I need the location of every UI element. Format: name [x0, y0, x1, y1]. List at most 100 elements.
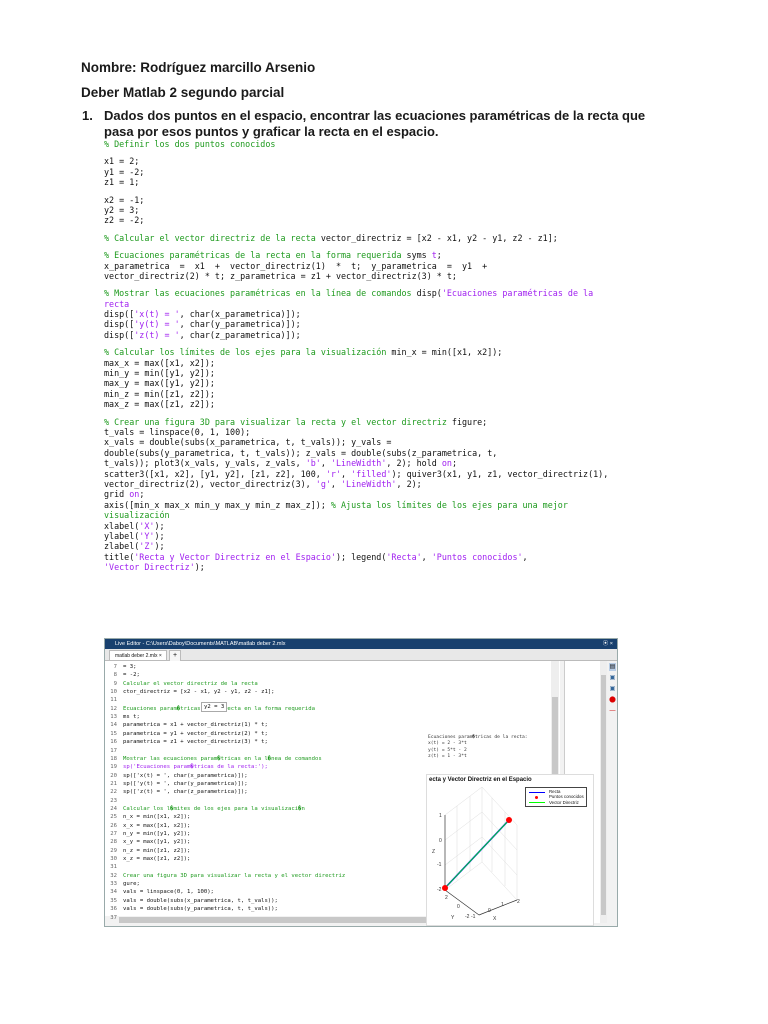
code-text: axis([min_x max_x min_y max_y min_z max_… — [104, 499, 331, 510]
editor-line: = 3; — [123, 664, 137, 670]
line-number: 17 — [110, 747, 117, 754]
code-text: ); legend( — [335, 551, 387, 562]
output-inline-icon[interactable]: ▤ — [609, 663, 616, 671]
code-text: ; — [436, 250, 442, 261]
code-text: ); — [154, 530, 165, 541]
editor-line: vals = double(subs(y_parametrica, t, t_v… — [123, 906, 278, 913]
code-text: , — [330, 478, 342, 489]
code-line: double(subs(y_parametrica, t, t_vals)); … — [104, 448, 644, 458]
code-text: vector_directriz = [x2 - x1, y2 - y1, z2… — [320, 232, 558, 243]
code-text: ylabel( — [104, 530, 140, 541]
tooltip: y2 = 3 — [201, 702, 228, 712]
code-string: 'Vector Directriz' — [104, 562, 195, 573]
code-text: ); quiver3(x1, y1, z1, vector_directriz(… — [391, 468, 609, 479]
code-line: y2 = 3; — [104, 205, 644, 215]
xtick: 2 — [517, 899, 520, 905]
line-number: 9 — [113, 680, 117, 687]
stop-icon[interactable]: ⬤ — [609, 696, 616, 704]
ytick: 0 — [457, 904, 460, 910]
code-text: max_z = max([z1, z2]); — [104, 399, 215, 410]
code-text: , — [341, 468, 352, 479]
editor-line: sp(['x(t) = ', char(x_parametrica)]); — [123, 772, 248, 779]
output-line: z(t) = 1 - 3*t — [428, 753, 467, 759]
code-text: vector_directriz(2), vector_directriz(3)… — [104, 478, 316, 489]
code-comment: % Crear una figura 3D para visualizar la… — [104, 416, 452, 427]
code-text: min_x = min([x1, x2]); — [391, 347, 503, 358]
code-line: min_z = min([z1, z2]); — [104, 389, 644, 399]
text-mode-icon[interactable]: ▣ — [609, 685, 616, 693]
code-line: % Mostrar las ecuaciones paramétricas en… — [104, 288, 644, 298]
line-number: 27 — [110, 831, 117, 837]
code-comment: % Ajusta los límites de los ejes para un… — [330, 499, 568, 510]
code-text: disp([ — [104, 329, 135, 340]
output-right-icon[interactable]: ▣ — [609, 674, 616, 682]
editor-line: sp('Ecuaciones param�tricas de la recta:… — [123, 764, 268, 771]
output-scrollbar[interactable] — [600, 661, 607, 923]
line-number: 14 — [110, 722, 117, 729]
ztick: -2 — [437, 887, 442, 893]
code-line: title('Recta y Vector Directriz en el Es… — [104, 552, 644, 562]
code-comment: visualización — [104, 510, 170, 521]
editor-line: sp(['y(t) = ', char(y_parametrica)]); — [123, 780, 248, 787]
code-line: min_y = min([y1, y2]); — [104, 368, 644, 378]
code-comment: % Calcular los límites de los ejes para … — [104, 347, 392, 358]
code-text: z2 = -2; — [104, 215, 145, 226]
code-text: ); — [154, 541, 165, 552]
point-known-2 — [442, 885, 448, 891]
code-comment: % Definir los dos puntos conocidos — [104, 139, 276, 149]
student-name: Nombre: Rodríguez marcillo Arsenio — [81, 60, 316, 75]
editor-line: x_y = max([y1, y2]); — [123, 839, 191, 846]
window-title-bar: Live Editor - C:\Users\Daboy\Documents\M… — [105, 639, 617, 649]
code-string: on — [441, 458, 452, 469]
line-number: 10 — [110, 689, 117, 696]
tab-bar: matlab deber 2.mlx × + — [105, 649, 617, 662]
code-string: 'y(t) = ' — [134, 319, 180, 330]
line-number: 28 — [110, 839, 117, 846]
code-text: ); — [194, 562, 205, 573]
ytick: 2 — [445, 895, 448, 901]
code-text: , — [320, 458, 331, 469]
code-line: max_y = max([y1, y2]); — [104, 378, 644, 388]
code-line: z1 = 1; — [104, 177, 644, 187]
code-line: axis([min_x max_x min_y max_y min_z max_… — [104, 500, 644, 510]
ztick: 1 — [439, 813, 442, 819]
window-controls[interactable]: ⦿ × — [603, 639, 613, 649]
legend-item-vector: Vector Directriz — [527, 800, 585, 805]
legend-label: Puntos conocidos — [549, 794, 584, 800]
code-text: scatter3([x1, x2], [y1, y2], [z1, z2], 1… — [104, 468, 326, 479]
code-text: t_vals = linspace(0, 1, 100); — [104, 426, 251, 437]
code-line: % Crear una figura 3D para visualizar la… — [104, 417, 644, 427]
minus-icon[interactable]: — — [609, 707, 616, 715]
code-text: ); — [154, 520, 165, 531]
editor-line: Mostrar las ecuaciones param�tricas en l… — [123, 755, 322, 762]
line-number: 8 — [113, 672, 117, 679]
code-text: grid — [104, 489, 130, 500]
code-text: disp([ — [104, 309, 135, 320]
code-string: 'Recta' — [386, 551, 422, 562]
tab-matlab-deber-2[interactable]: matlab deber 2.mlx × — [109, 650, 167, 660]
code-line: max_z = max([z1, z2]); — [104, 399, 644, 409]
editor-line: = -2; — [123, 672, 140, 679]
code-comment: % Ecuaciones paramétricas de la recta en… — [104, 250, 407, 261]
editor-line: parametrica = z1 + vector_directriz(3) *… — [123, 739, 268, 746]
code-text: t_vals)); plot3(x_vals, y_vals, z_vals, — [104, 458, 306, 469]
editor-line: n_x = min([x1, x2]); — [123, 814, 191, 821]
code-string: 'filled' — [351, 468, 392, 479]
editor-line: x_x = max([x1, x2]); — [123, 822, 191, 829]
x-axis — [478, 899, 518, 916]
code-line: % Definir los dos puntos conocidos — [104, 139, 644, 149]
code-text: x2 = -1; — [104, 194, 145, 205]
output-side-toolbar: ▤ ▣ ▣ ⬤ — — [608, 661, 617, 718]
line-number: 34 — [110, 889, 117, 896]
y-axis — [444, 889, 480, 916]
code-text: z1 = 1; — [104, 177, 140, 188]
code-line: x_vals = double(subs(x_parametrica, t, t… — [104, 437, 644, 447]
question-number: 1. — [82, 108, 93, 123]
code-text: ; — [139, 489, 145, 500]
editor-line: x_z = max([z1, z2]); — [123, 856, 191, 863]
code-string: 'Puntos conocidos' — [431, 551, 523, 562]
code-line: recta — [104, 299, 644, 309]
editor-line: vals = double(subs(x_parametrica, t, t_v… — [123, 897, 278, 904]
code-line: x_parametrica = x1 + vector_directriz(1)… — [104, 261, 644, 271]
